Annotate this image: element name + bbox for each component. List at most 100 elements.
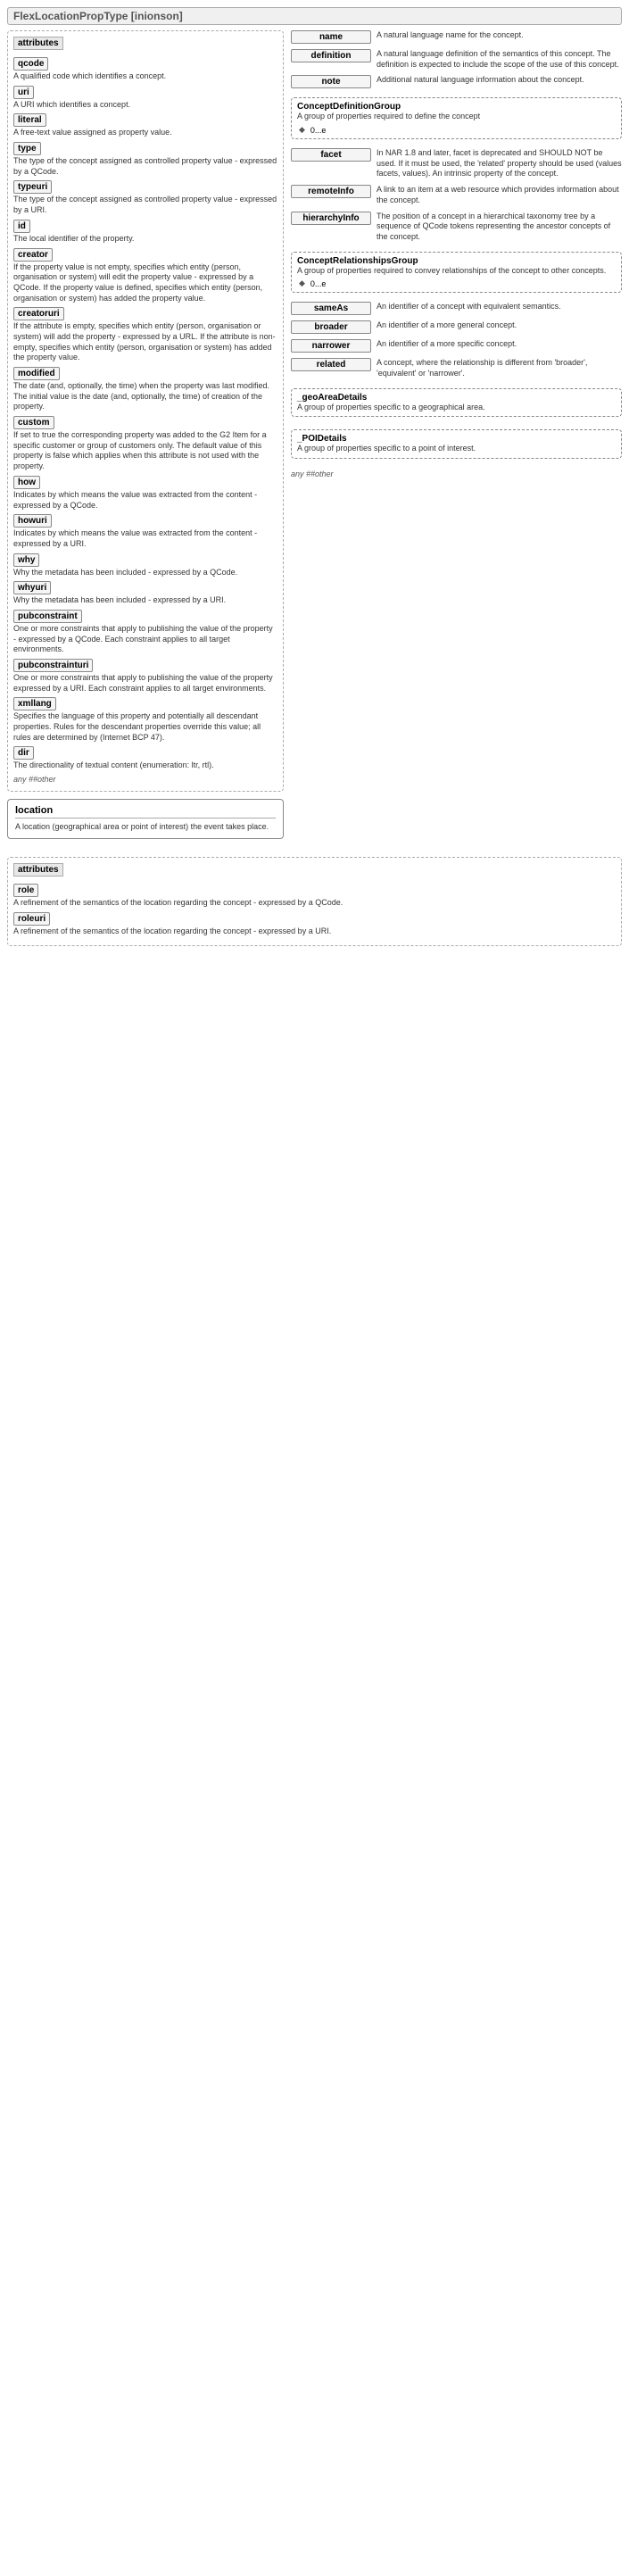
concept-definition-group-desc: A group of properties required to define…	[297, 112, 480, 122]
item-facet-label: facet	[291, 148, 371, 162]
bottom-attributes-section: attributes role A refinement of the sema…	[7, 857, 622, 946]
attr-pubconstrainturi-name: pubconstrainturi	[13, 659, 93, 672]
item-hierarchyInfo-label: hierarchyInfo	[291, 212, 371, 225]
any-other-label: any ##other	[13, 775, 277, 784]
item-narrower-label: narrower	[291, 339, 371, 353]
attr-creator: creator If the property value is not emp…	[13, 248, 277, 304]
item-name-label: name	[291, 30, 371, 44]
right-item-remoteInfo: remoteInfo A link to an item at a web re…	[291, 185, 622, 205]
attr-literal: literal A free-text value assigned as pr…	[13, 113, 277, 138]
attr-pubconstraint: pubconstraint One or more constraints th…	[13, 610, 277, 655]
bottom-attr-role: role A refinement of the semantics of th…	[13, 884, 616, 909]
poi-label: _POIDetails	[297, 434, 476, 444]
attr-uri-name: uri	[13, 86, 34, 99]
bottom-attributes-label: attributes	[13, 863, 63, 877]
item-definition-label: definition	[291, 49, 371, 62]
item-narrower-desc: An identifier of a more specific concept…	[377, 339, 622, 350]
attr-type: type The type of the concept assigned as…	[13, 142, 277, 177]
bottom-attr-role-name: role	[13, 884, 38, 897]
attr-whyuri-name: whyuri	[13, 581, 51, 594]
bottom-attr-roleuri-desc: A refinement of the semantics of the loc…	[13, 927, 616, 937]
attr-uri-desc: A URI which identifies a concept.	[13, 100, 277, 111]
attr-creatoruri-name: creatoruri	[13, 307, 64, 320]
attr-howuri-name: howuri	[13, 514, 52, 528]
right-any-other-label: any ##other	[291, 469, 622, 478]
attr-howuri: howuri Indicates by which means the valu…	[13, 514, 277, 549]
right-item-related: related A concept, where the relationshi…	[291, 358, 622, 378]
multiplicity-value: 0...e	[310, 126, 327, 135]
item-note-desc: Additional natural language information …	[377, 75, 622, 86]
attr-custom-name: custom	[13, 416, 54, 429]
attr-type-desc: The type of the concept assigned as cont…	[13, 156, 277, 177]
location-title: location	[15, 805, 276, 819]
attr-uri: uri A URI which identifies a concept.	[13, 86, 277, 111]
attr-custom-desc: If set to true the corresponding propert…	[13, 430, 277, 472]
bottom-section: attributes role A refinement of the sema…	[7, 857, 622, 946]
attr-dir-name: dir	[13, 746, 34, 760]
concept-relationships-group-label: ConceptRelationshipsGroup	[297, 256, 606, 266]
attr-qcode-desc: A qualified code which identifies a conc…	[13, 71, 277, 82]
bottom-attr-roleuri-name: roleuri	[13, 912, 50, 926]
attr-creatoruri: creatoruri If the attribute is empty, sp…	[13, 307, 277, 363]
right-item-definition: definition A natural language definition…	[291, 49, 622, 70]
attr-dir-desc: The directionality of textual content (e…	[13, 760, 277, 771]
attr-pubconstrainturi: pubconstrainturi One or more constraints…	[13, 659, 277, 694]
poi-details-group: _POIDetails A group of properties specif…	[291, 429, 622, 459]
attr-custom: custom If set to true the corresponding …	[13, 416, 277, 472]
attr-why-desc: Why the metadata has been included - exp…	[13, 568, 277, 578]
multiplicity2-value: 0...e	[310, 279, 327, 288]
concept-relationships-group-desc: A group of properties required to convey…	[297, 266, 606, 277]
item-hierarchyInfo-desc: The position of a concept in a hierarchi…	[377, 212, 622, 243]
right-item-facet: facet In NAR 1.8 and later, facet is dep…	[291, 148, 622, 179]
multiplicity-left: ◆	[299, 125, 305, 135]
item-remoteInfo-label: remoteInfo	[291, 185, 371, 198]
attr-why-name: why	[13, 553, 39, 567]
item-facet-desc: In NAR 1.8 and later, facet is deprecate…	[377, 148, 622, 179]
right-item-narrower: narrower An identifier of a more specifi…	[291, 339, 622, 353]
attr-how: how Indicates by which means the value w…	[13, 476, 277, 511]
attr-pubconstraint-desc: One or more constraints that apply to pu…	[13, 624, 277, 655]
attr-xmllang: xmllang Specifies the language of this p…	[13, 697, 277, 743]
attr-type-name: type	[13, 142, 41, 155]
item-broader-desc: An identifier of a more general concept.	[377, 320, 622, 331]
page-title: FlexLocationPropType [inionson]	[7, 7, 622, 25]
attr-xmllang-name: xmllang	[13, 697, 56, 710]
attr-modified-name: modified	[13, 367, 60, 380]
attr-why: why Why the metadata has been included -…	[13, 553, 277, 578]
location-desc: A location (geographical area or point o…	[15, 822, 276, 833]
multiplicity2-left: ◆	[299, 278, 305, 288]
item-definition-desc: A natural language definition of the sem…	[377, 49, 622, 70]
page-container: FlexLocationPropType [inionson] attribut…	[0, 0, 629, 960]
attr-whyuri: whyuri Why the metadata has been include…	[13, 581, 277, 606]
attr-literal-desc: A free-text value assigned as property v…	[13, 128, 277, 138]
item-related-label: related	[291, 358, 371, 371]
left-panel: attributes qcode A qualified code which …	[7, 30, 284, 846]
geo-area-desc: A group of properties specific to a geog…	[297, 403, 485, 413]
attributes-section: attributes qcode A qualified code which …	[7, 30, 284, 792]
poi-desc: A group of properties specific to a poin…	[297, 444, 476, 454]
right-item-hierarchyInfo: hierarchyInfo The position of a concept …	[291, 212, 622, 243]
main-layout: attributes qcode A qualified code which …	[7, 30, 622, 846]
attr-id-desc: The local identifier of the property.	[13, 234, 277, 245]
geo-area-label: _geoAreaDetails	[297, 393, 485, 403]
attr-literal-name: literal	[13, 113, 46, 127]
right-items-list: name A natural language name for the con…	[291, 30, 622, 480]
attr-modified: modified The date (and, optionally, the …	[13, 367, 277, 412]
item-sameAs-label: sameAs	[291, 302, 371, 315]
attr-how-desc: Indicates by which means the value was e…	[13, 490, 277, 511]
attr-id-name: id	[13, 220, 30, 233]
concept-relationships-group: ConceptRelationshipsGroup A group of pro…	[291, 252, 622, 294]
attr-creatoruri-desc: If the attribute is empty, specifies whi…	[13, 321, 277, 363]
attr-dir: dir The directionality of textual conten…	[13, 746, 277, 771]
attr-creator-desc: If the property value is not empty, spec…	[13, 262, 277, 304]
item-sameAs-desc: An identifier of a concept with equivale…	[377, 302, 622, 312]
attr-id: id The local identifier of the property.	[13, 220, 277, 245]
location-box: location A location (geographical area o…	[7, 799, 284, 839]
attributes-label: attributes	[13, 37, 63, 50]
item-related-desc: A concept, where the relationship is dif…	[377, 358, 622, 378]
attr-typeuri-name: typeuri	[13, 180, 52, 194]
attr-xmllang-desc: Specifies the language of this property …	[13, 711, 277, 743]
right-panel: name A natural language name for the con…	[291, 30, 622, 846]
attr-modified-desc: The date (and, optionally, the time) whe…	[13, 381, 277, 412]
attr-creator-name: creator	[13, 248, 53, 262]
